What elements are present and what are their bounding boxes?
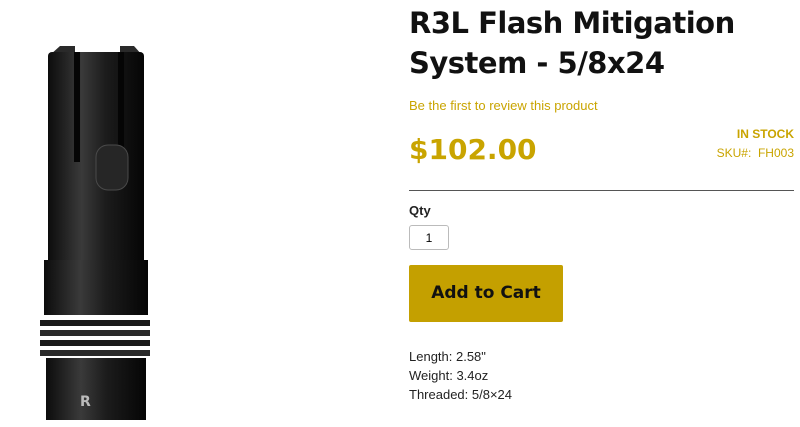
- divider: [409, 190, 794, 191]
- add-to-cart-button[interactable]: Add to Cart: [409, 265, 563, 322]
- stock-info: IN STOCK SKU#: FH003: [717, 127, 794, 160]
- product-details: R3L Flash Mitigation System - 5/8x24 Be …: [409, 0, 794, 404]
- stock-status: IN STOCK: [736, 127, 794, 141]
- product-image: R: [30, 40, 152, 422]
- product-specs: Length: 2.58" Weight: 3.4oz Threaded: 5/…: [409, 347, 794, 404]
- spec-length: Length: 2.58": [409, 349, 486, 364]
- qty-label: Qty: [409, 203, 431, 218]
- price-row: $102.00 IN STOCK SKU#: FH003: [409, 127, 794, 177]
- spec-threaded: Threaded: 5/8×24: [409, 387, 512, 402]
- flash-hider-image: R: [40, 46, 152, 420]
- sku-value: FH003: [757, 146, 794, 160]
- review-link[interactable]: Be the first to review this product: [409, 98, 598, 113]
- sku-label: SKU#:: [716, 146, 752, 160]
- product-price: $102.00: [409, 133, 537, 166]
- spec-weight: Weight: 3.4oz: [409, 368, 489, 383]
- product-title: R3L Flash Mitigation System - 5/8x24: [409, 6, 735, 80]
- qty-input[interactable]: [409, 225, 449, 250]
- sku: SKU#: FH003: [717, 146, 794, 160]
- svg-text:R: R: [80, 394, 91, 410]
